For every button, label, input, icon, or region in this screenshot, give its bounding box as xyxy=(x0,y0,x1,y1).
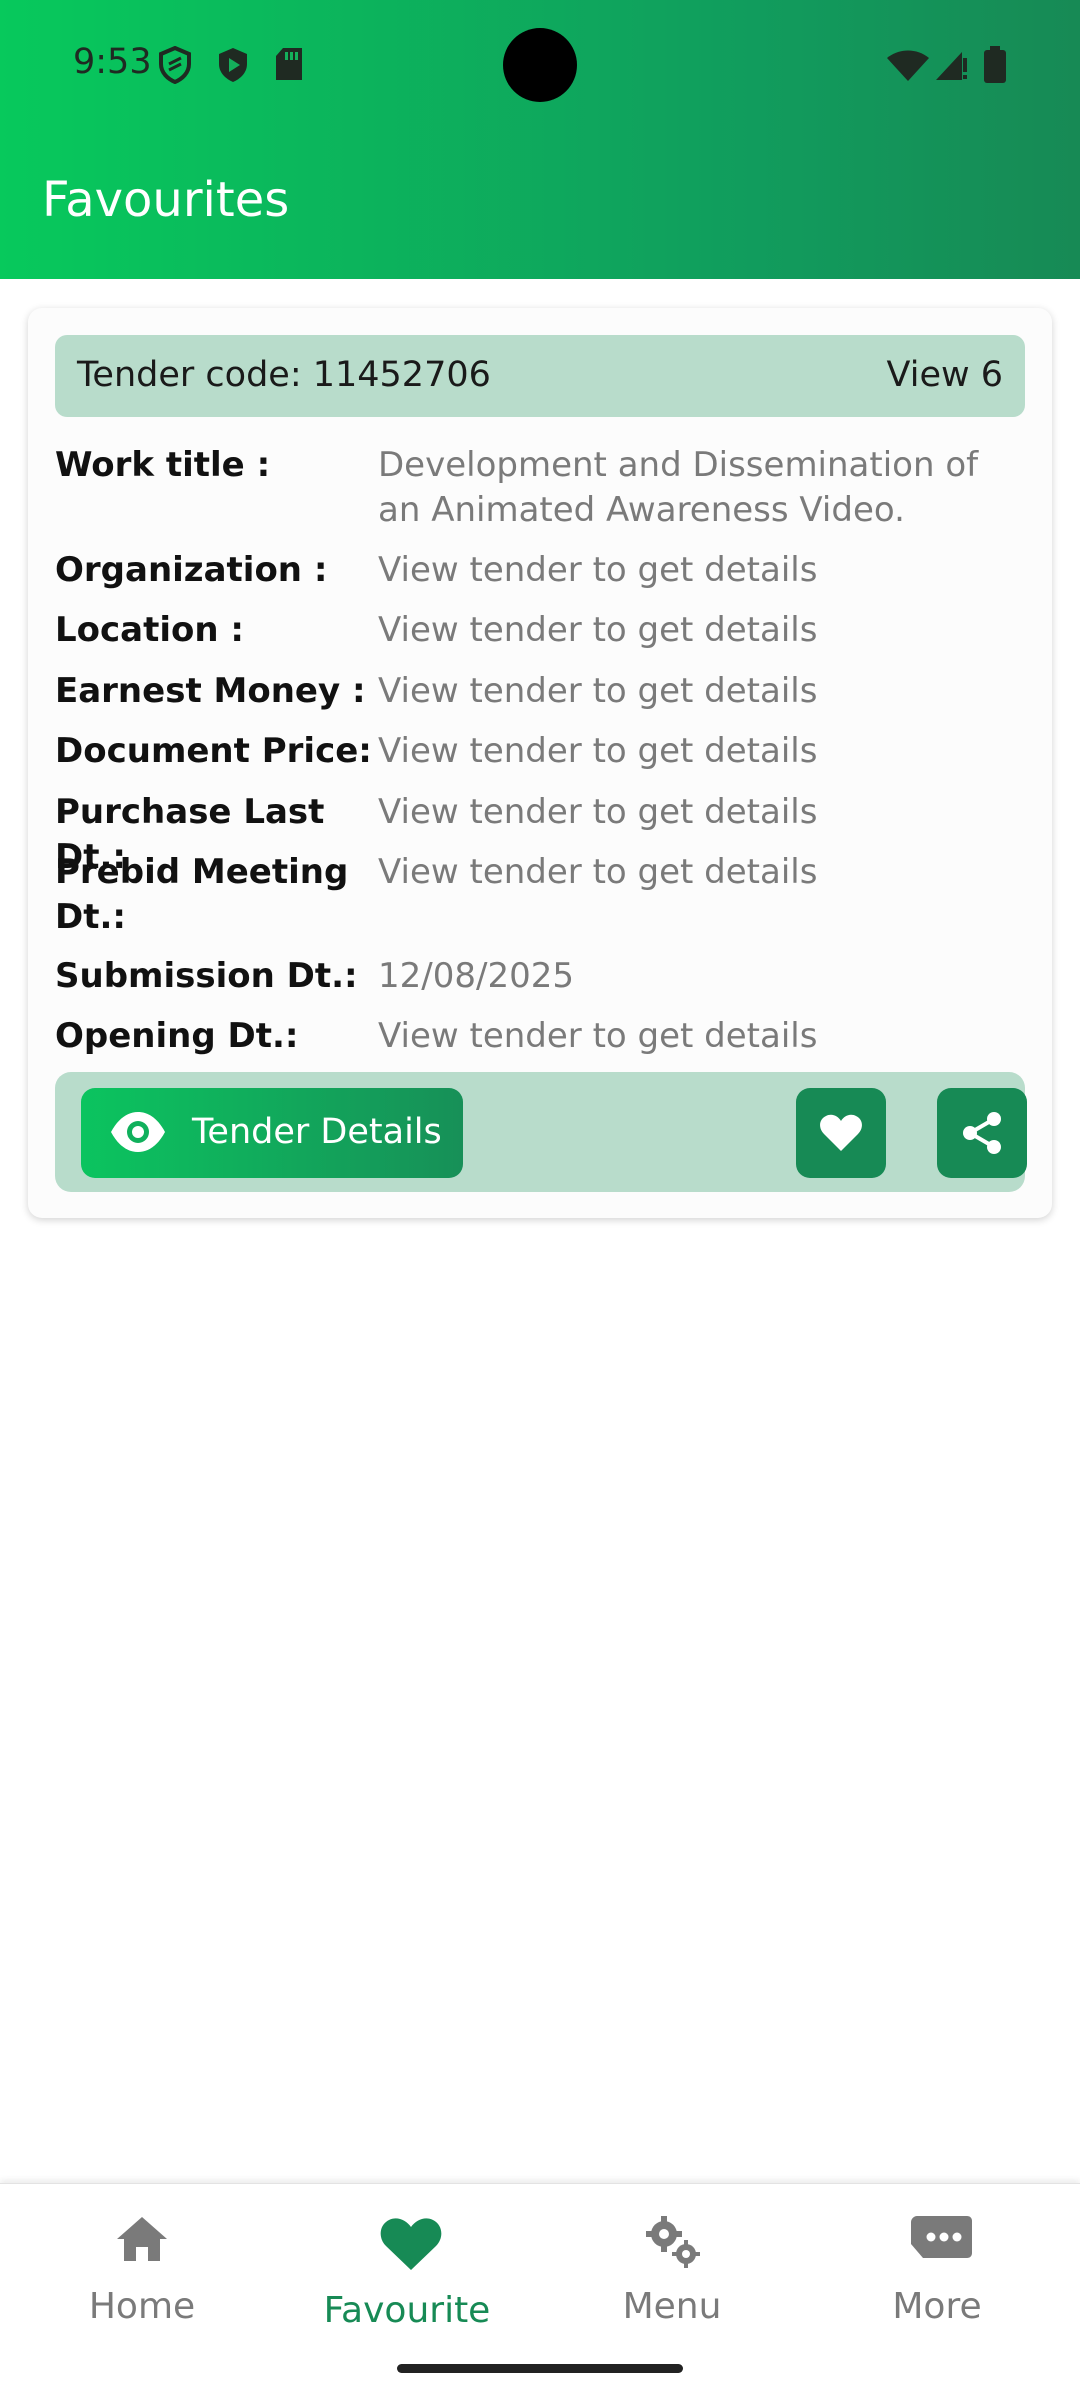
sd-card-icon xyxy=(274,46,304,87)
heart-icon xyxy=(820,1114,862,1151)
field-value: View tender to get details xyxy=(378,1016,818,1056)
field-label: Work title : xyxy=(55,445,271,485)
nav-favourite[interactable]: Favourite xyxy=(307,2204,507,2334)
share-button[interactable] xyxy=(937,1088,1027,1178)
app-header: 9:53 Favourites xyxy=(0,0,1080,279)
nav-favourite-label: Favourite xyxy=(323,2290,491,2331)
field-value: View tender to get details xyxy=(378,671,818,711)
home-icon xyxy=(117,2217,167,2261)
page-title: Favourites xyxy=(42,172,290,228)
wifi-icon xyxy=(886,50,930,87)
shield-play-icon xyxy=(216,46,250,89)
field-value: View tender to get details xyxy=(378,550,818,590)
tender-card-header: Tender code: 11452706 View 6 xyxy=(55,335,1025,417)
view-count: View 6 xyxy=(886,355,1003,395)
favourite-button[interactable] xyxy=(796,1088,886,1178)
tender-card-actions: Tender Details xyxy=(55,1072,1027,1192)
battery-icon xyxy=(983,46,1007,89)
nav-more[interactable]: More xyxy=(837,2204,1037,2334)
front-camera xyxy=(503,28,577,102)
nav-home-label: Home xyxy=(88,2286,196,2327)
field-label: Organization : xyxy=(55,550,328,590)
tender-code: Tender code: 11452706 xyxy=(77,355,491,395)
share-icon xyxy=(963,1112,1001,1154)
home-indicator[interactable] xyxy=(397,2364,683,2373)
field-label: Prebid Meeting Dt.: xyxy=(55,852,349,937)
field-value: View tender to get details xyxy=(378,792,818,832)
field-label: Document Price: xyxy=(55,731,372,771)
field-label: Submission Dt.: xyxy=(55,956,358,996)
field-label: Opening Dt.: xyxy=(55,1016,299,1056)
field-value: View tender to get details xyxy=(378,852,818,892)
field-value: View tender to get details xyxy=(378,610,818,650)
message-dots-icon xyxy=(911,2216,972,2258)
nav-menu[interactable]: Menu xyxy=(572,2204,772,2334)
field-label: Location : xyxy=(55,610,245,650)
cellular-signal-icon xyxy=(934,48,968,87)
nav-menu-label: Menu xyxy=(622,2286,722,2327)
heart-icon xyxy=(380,2218,442,2270)
shield-outline-icon xyxy=(158,45,192,89)
tender-details-button[interactable]: Tender Details xyxy=(81,1088,463,1178)
gears-icon xyxy=(646,2216,700,2268)
status-time: 9:53 xyxy=(73,42,152,82)
tender-card[interactable]: Tender code: 11452706 View 6 Work title … xyxy=(28,308,1052,1218)
field-label: Earnest Money : xyxy=(55,671,366,711)
nav-more-label: More xyxy=(892,2286,982,2327)
eye-icon xyxy=(109,1109,167,1160)
field-value: 12/08/2025 xyxy=(378,956,574,996)
status-bar: 9:53 xyxy=(0,28,1080,102)
field-value: Development and Dissemination of an Anim… xyxy=(378,445,979,530)
tender-details-label: Tender Details xyxy=(192,1112,442,1152)
field-value: View tender to get details xyxy=(378,731,818,771)
nav-home[interactable]: Home xyxy=(42,2204,242,2334)
